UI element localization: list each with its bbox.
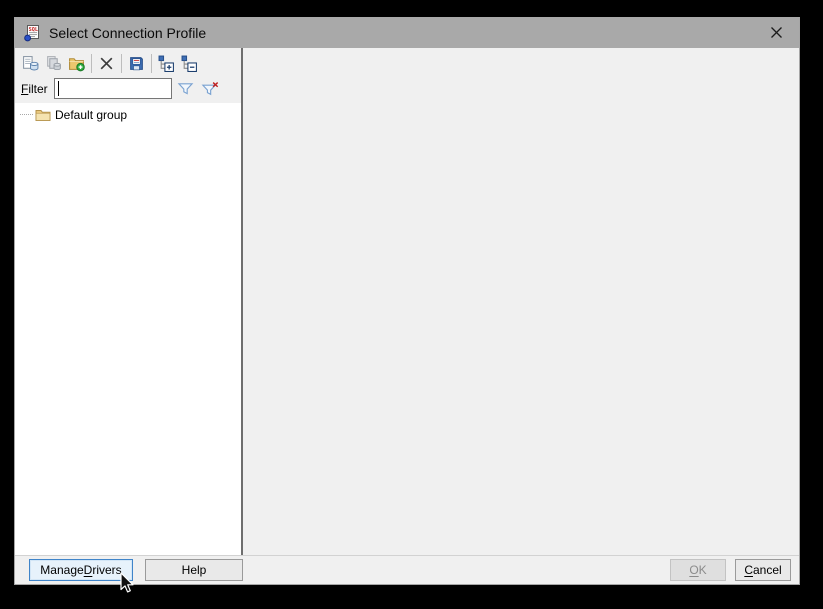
manage-drivers-button[interactable]: Manage Drivers <box>29 559 133 581</box>
delete-icon <box>98 55 115 72</box>
help-button[interactable]: Help <box>145 559 243 581</box>
save-icon <box>128 55 145 72</box>
manage-drivers-label-post: rivers <box>92 563 121 577</box>
ok-label-post: K <box>699 563 707 577</box>
toolbar-separator <box>121 54 122 73</box>
screen: SQL Select Connection Profile <box>0 0 823 609</box>
clear-filter-icon <box>201 81 219 97</box>
tree-item-label: Default group <box>55 108 127 122</box>
close-icon <box>770 26 783 39</box>
filter-funnel-icon <box>177 81 194 96</box>
toolbar-separator <box>91 54 92 73</box>
copy-profile-button[interactable] <box>42 52 65 75</box>
toolbar-separator <box>151 54 152 73</box>
profile-detail-panel <box>243 48 799 555</box>
close-button[interactable] <box>765 22 787 44</box>
ok-button: OK <box>670 559 726 581</box>
help-label: Help <box>182 563 207 577</box>
sql-document-icon: SQL <box>23 24 41 42</box>
collapse-all-icon <box>181 55 198 72</box>
filter-input-wrap <box>54 78 172 99</box>
filter-row: Filter <box>15 76 241 103</box>
profile-list-panel: Filter <box>15 48 241 555</box>
expand-all-button[interactable] <box>155 52 178 75</box>
clear-filter-button[interactable] <box>199 78 222 99</box>
text-caret <box>58 81 59 96</box>
collapse-all-button[interactable] <box>178 52 201 75</box>
apply-filter-button[interactable] <box>174 78 197 99</box>
cancel-label-post: ancel <box>753 563 782 577</box>
window-title: Select Connection Profile <box>49 25 206 41</box>
cancel-label-mnemonic: C <box>744 563 753 577</box>
ok-label-mnemonic: O <box>689 563 698 577</box>
mouse-cursor <box>119 572 135 595</box>
tree-item-default-group[interactable]: Default group <box>15 106 241 123</box>
new-group-button[interactable] <box>65 52 88 75</box>
dialog-body: Filter <box>15 48 799 555</box>
manage-drivers-label-pre: Manage <box>40 563 83 577</box>
manage-drivers-label-mnemonic: D <box>84 563 93 577</box>
profile-tree: Default group <box>15 103 241 555</box>
new-profile-button[interactable] <box>19 52 42 75</box>
tree-branch-line <box>20 114 33 115</box>
filter-label: Filter <box>21 82 48 96</box>
save-profiles-button[interactable] <box>125 52 148 75</box>
expand-all-icon <box>158 55 175 72</box>
select-connection-profile-dialog: SQL Select Connection Profile <box>14 17 800 585</box>
new-folder-icon <box>68 55 85 72</box>
cancel-button[interactable]: Cancel <box>735 559 791 581</box>
delete-profile-button[interactable] <box>95 52 118 75</box>
filter-label-rest: ilter <box>28 82 47 96</box>
copy-profile-icon <box>45 55 62 72</box>
svg-text:SQL: SQL <box>29 26 38 32</box>
title-bar[interactable]: SQL Select Connection Profile <box>15 17 799 48</box>
profile-toolbar <box>15 48 241 76</box>
filter-input[interactable] <box>54 78 172 99</box>
new-profile-icon <box>22 55 39 72</box>
folder-icon <box>35 108 51 122</box>
